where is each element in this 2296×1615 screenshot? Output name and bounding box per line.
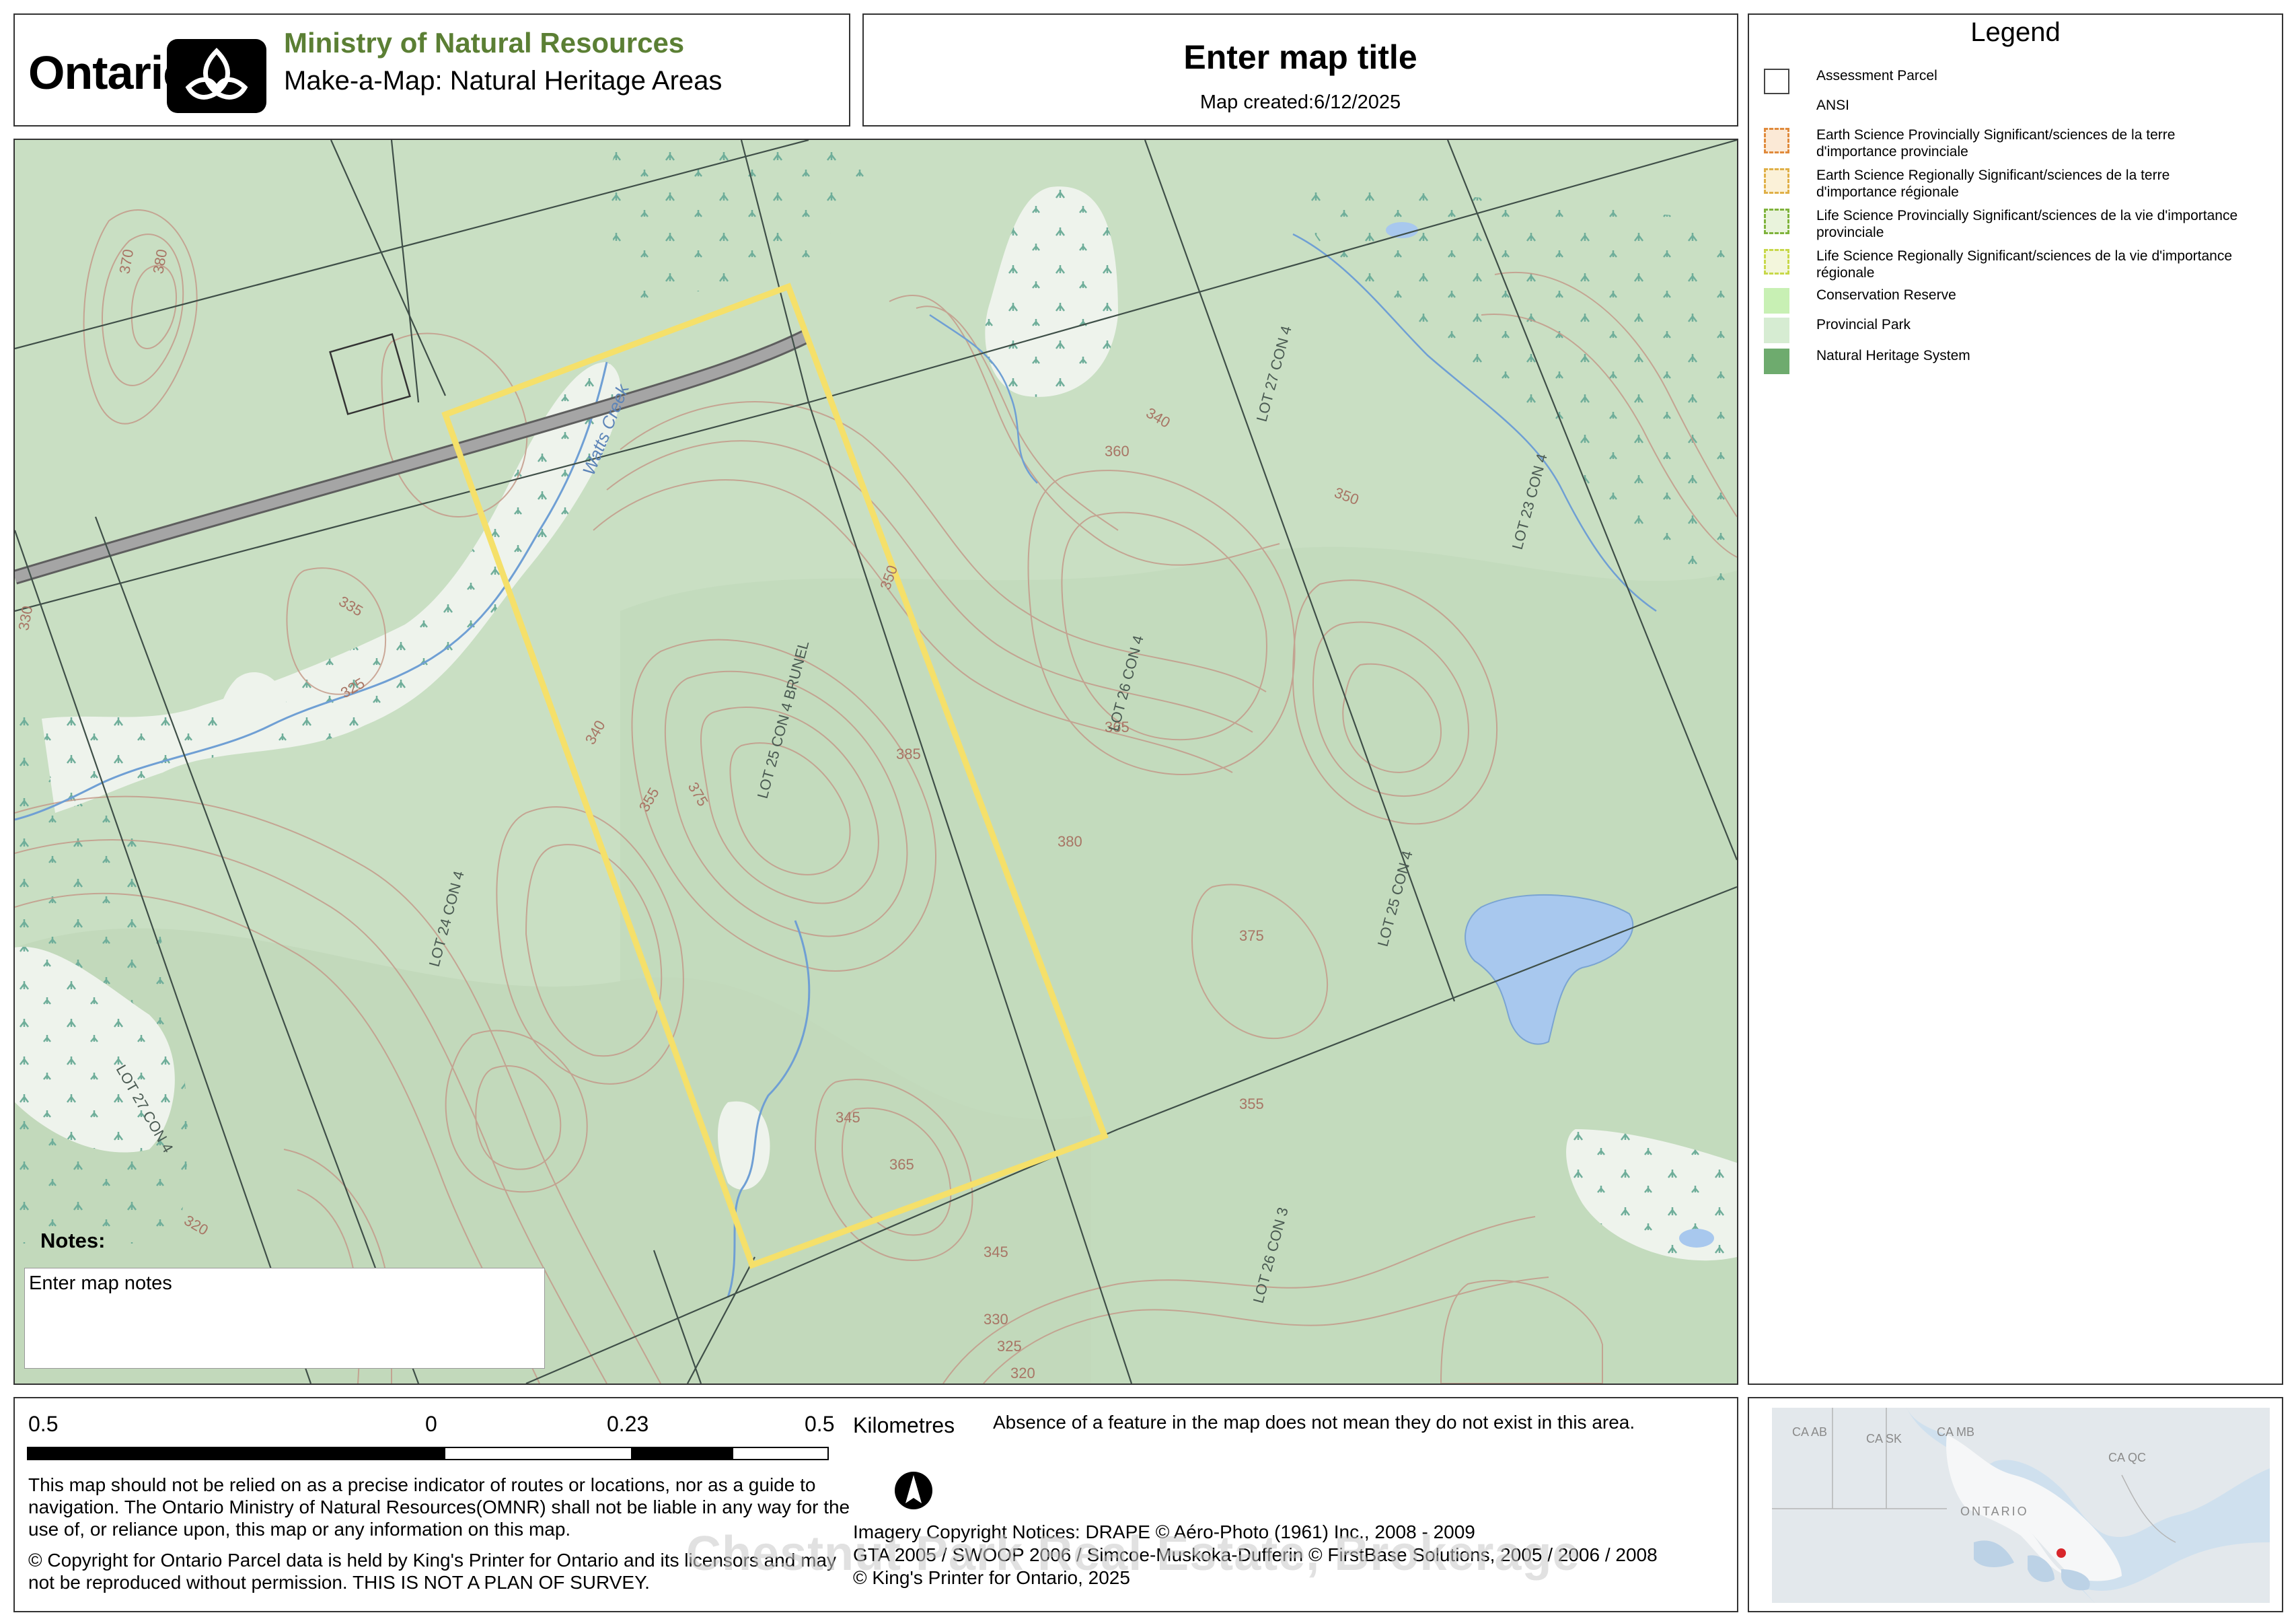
parcel-swatch xyxy=(1764,69,1789,94)
legend-label: ANSI xyxy=(1816,98,1850,113)
life-prov-swatch xyxy=(1764,209,1789,234)
legend-label: Provincial Park xyxy=(1816,317,1911,332)
map-canvas[interactable]: 370 380 335 330 325 320 340 345 350 355 … xyxy=(13,139,1738,1385)
svg-text:365: 365 xyxy=(889,1156,914,1173)
legend-title: Legend xyxy=(1970,17,2061,47)
scale-label-mid: 0.23 xyxy=(607,1412,649,1436)
pond-north xyxy=(1386,222,1418,238)
legend-label: Life Science Regionally Significant/scie… xyxy=(1816,248,2233,281)
svg-text:330: 330 xyxy=(984,1311,1008,1328)
scale-seg-1 xyxy=(28,1448,445,1459)
svg-text:375: 375 xyxy=(1239,927,1264,944)
life-reg-swatch xyxy=(1764,249,1789,275)
svg-text:325: 325 xyxy=(997,1338,1022,1355)
inset-label-mb: CA MB xyxy=(1937,1425,1974,1439)
conservation-swatch xyxy=(1764,288,1789,314)
ministry-name: Ministry of Natural Resources xyxy=(284,27,685,59)
pond-southeast xyxy=(1679,1229,1714,1248)
location-marker xyxy=(2057,1548,2066,1558)
scale-label-right: 0.5 xyxy=(805,1412,835,1436)
scale-bar xyxy=(27,1447,829,1460)
map-svg[interactable]: 370 380 335 330 325 320 340 345 350 355 … xyxy=(15,140,1737,1384)
locator-map: CA AB CA SK CA MB CA QC ONTARIO xyxy=(1772,1408,2270,1603)
legend-label: Earth Science Regionally Significant/sci… xyxy=(1816,168,2170,200)
inset-label-ab: CA AB xyxy=(1792,1425,1827,1439)
north-arrow-icon xyxy=(895,1472,932,1509)
svg-text:355: 355 xyxy=(1239,1096,1264,1112)
app-subtitle: Make-a-Map: Natural Heritage Areas xyxy=(284,66,723,96)
notes-label: Notes: xyxy=(40,1229,106,1252)
svg-text:345: 345 xyxy=(836,1109,860,1126)
nhs-swatch xyxy=(1764,349,1789,374)
locator-inset: CA AB CA SK CA MB CA QC ONTARIO xyxy=(1748,1397,2283,1612)
scale-seg-4 xyxy=(733,1448,827,1459)
inset-label-ontario: ONTARIO xyxy=(1960,1505,2029,1518)
park-swatch xyxy=(1764,318,1789,343)
svg-text:345: 345 xyxy=(984,1244,1008,1260)
legend-label: Assessment Parcel xyxy=(1816,68,1937,83)
map-title[interactable]: Enter map title xyxy=(864,38,1737,77)
earth-reg-swatch xyxy=(1764,168,1789,194)
scale-label-left: 0.5 xyxy=(28,1412,59,1436)
legend-panel: Legend Assessment Parcel ANSI Earth Scie… xyxy=(1748,13,2283,1385)
scale-seg-3 xyxy=(631,1448,733,1459)
svg-text:320: 320 xyxy=(1010,1365,1035,1381)
svg-text:380: 380 xyxy=(1058,833,1082,850)
inset-label-qc: CA QC xyxy=(2108,1451,2146,1464)
svg-text:385: 385 xyxy=(896,746,921,762)
inset-label-sk: CA SK xyxy=(1866,1432,1902,1445)
title-panel: Enter map title Map created:6/12/2025 xyxy=(862,13,1738,127)
scale-label-zero: 0 xyxy=(425,1412,437,1436)
earth-prov-swatch xyxy=(1764,128,1789,153)
scale-seg-2 xyxy=(445,1448,631,1459)
scale-units: Kilometres xyxy=(853,1413,955,1437)
legend-label: Conservation Reserve xyxy=(1816,287,1956,303)
notes-box[interactable]: Enter map notes xyxy=(24,1268,545,1369)
map-created-date: Map created:6/12/2025 xyxy=(1199,92,1401,113)
svg-text:360: 360 xyxy=(1105,443,1130,460)
trillium-logo-icon xyxy=(167,39,266,113)
absence-notice: Absence of a feature in the map does not… xyxy=(993,1412,1635,1433)
notes-text: Enter map notes xyxy=(29,1272,172,1294)
legend-label: Natural Heritage System xyxy=(1816,348,1970,363)
legend-label: Life Science Provincially Significant/sc… xyxy=(1816,208,2238,240)
header-branding: Ontario Ministry of Natural Resources Ma… xyxy=(13,13,850,127)
brokerage-watermark: Chestnut Park Real Estate, Brokerage xyxy=(686,1527,1580,1581)
legend-label: Earth Science Provincially Significant/s… xyxy=(1816,127,2176,159)
